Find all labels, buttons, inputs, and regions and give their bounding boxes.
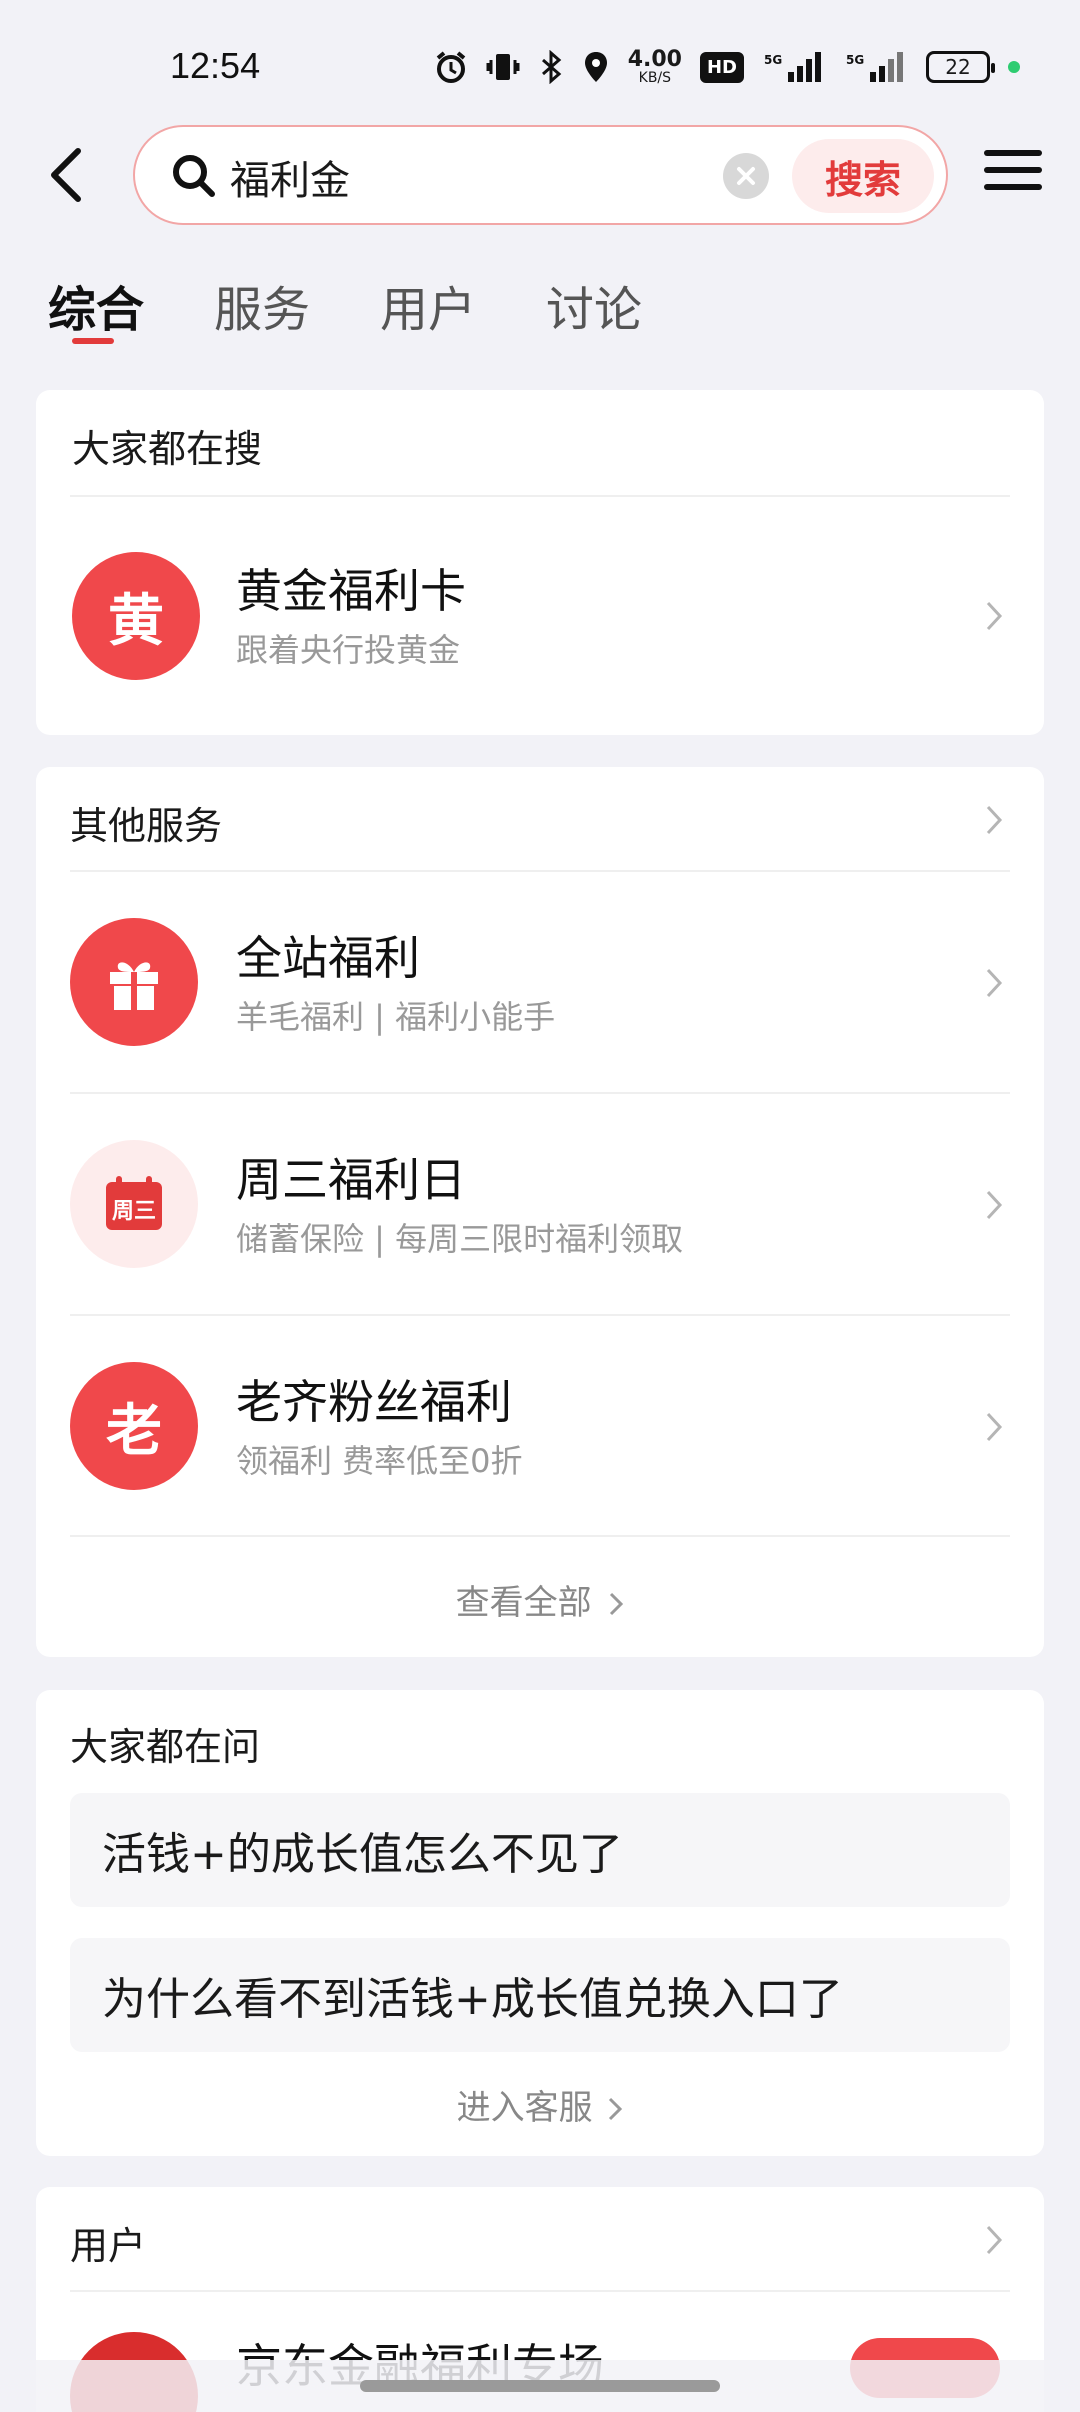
- chevron-right-icon: [986, 1190, 1003, 1220]
- menu-line: [984, 150, 1042, 156]
- close-icon: [737, 167, 755, 185]
- gold-card-desc: 跟着央行投黄金: [236, 631, 461, 669]
- alarm-icon: [434, 50, 468, 84]
- search-input[interactable]: [230, 149, 710, 205]
- users-header[interactable]: 用户: [36, 2187, 1044, 2287]
- back-arrow-icon: [51, 148, 81, 202]
- search-box[interactable]: 搜索: [133, 125, 948, 225]
- tab-discussion[interactable]: 讨论: [546, 270, 642, 350]
- chevron-right-icon: [986, 805, 1003, 835]
- chevron-right-icon: [986, 601, 1003, 631]
- other-services-title: 其他服务: [70, 804, 223, 848]
- status-icons: 4.00 KB/S HD 5G 5G 22: [434, 45, 1020, 89]
- service-item-laoqi-fans[interactable]: 老 老齐粉丝福利 领福利 费率低至0折: [36, 1316, 1044, 1536]
- see-all-label: 查看全部: [455, 1583, 592, 1623]
- gold-card-item[interactable]: 黄 黄金福利卡 跟着央行投黄金: [36, 497, 1044, 735]
- privacy-dot-icon: [1008, 61, 1020, 73]
- chevron-right-icon: [610, 1592, 624, 1616]
- net-speed-unit: KB/S: [638, 70, 672, 86]
- network-speed: 4.00 KB/S: [627, 47, 682, 86]
- back-button[interactable]: [40, 143, 100, 207]
- signal-5g-icon: 5G: [762, 50, 826, 84]
- service-name: 老齐粉丝福利: [236, 1375, 512, 1429]
- everyone-searching-card: 大家都在搜 黄 黄金福利卡 跟着央行投黄金: [36, 390, 1044, 735]
- everyone-asking-title: 大家都在问: [70, 1725, 261, 1769]
- gold-card-name: 黄金福利卡: [236, 564, 466, 618]
- service-desc: 储蓄保险 | 每周三限时福利领取: [236, 1220, 684, 1258]
- battery-indicator: 22: [926, 51, 995, 83]
- result-tabs: 综合 服务 用户 讨论: [48, 270, 642, 350]
- menu-line: [984, 167, 1042, 173]
- everyone-searching-title: 大家都在搜: [72, 427, 263, 471]
- customer-service-label: 进入客服: [456, 2088, 593, 2128]
- chevron-right-icon: [986, 968, 1003, 998]
- hd-badge: HD: [699, 51, 744, 83]
- signal-5g-icon-2: 5G: [844, 50, 908, 84]
- net-speed-value: 4.00: [627, 47, 682, 72]
- clear-search-button[interactable]: [723, 153, 769, 199]
- service-name: 全站福利: [236, 931, 420, 985]
- calendar-icon: 周三: [70, 1140, 198, 1268]
- divider: [70, 1535, 1010, 1537]
- svg-text:5G: 5G: [846, 53, 864, 67]
- chevron-right-icon: [609, 2097, 623, 2121]
- gold-card-icon: 黄: [72, 552, 200, 680]
- service-desc: 领福利 费率低至0折: [236, 1442, 523, 1480]
- service-name: 周三福利日: [236, 1153, 466, 1207]
- customer-service-link[interactable]: 进入客服: [36, 2080, 1044, 2129]
- other-services-header[interactable]: 其他服务: [36, 767, 1044, 867]
- status-bar: 12:54 4.00 KB/S HD 5G 5G 22: [0, 0, 1080, 130]
- status-time: 12:54: [170, 45, 261, 86]
- question-item[interactable]: 为什么看不到活钱+成长值兑换入口了: [70, 1938, 1010, 2052]
- menu-button[interactable]: [984, 150, 1042, 200]
- bluetooth-icon: [538, 50, 564, 84]
- tab-services[interactable]: 服务: [214, 270, 310, 350]
- location-icon: [582, 50, 610, 84]
- calendar-icon-text: 周三: [112, 1199, 156, 1224]
- search-row: 搜索: [0, 125, 1080, 225]
- users-title: 用户: [70, 2224, 147, 2268]
- other-services-card: 其他服务 全站福利 羊毛福利 | 福利小能手 周三 周三福利日 储蓄保险 | 每…: [36, 767, 1044, 1657]
- search-button[interactable]: 搜索: [792, 139, 934, 213]
- service-item-wednesday-welfare[interactable]: 周三 周三福利日 储蓄保险 | 每周三限时福利领取: [36, 1094, 1044, 1314]
- menu-line: [984, 184, 1042, 190]
- tab-comprehensive[interactable]: 综合: [48, 270, 144, 350]
- everyone-asking-card: 大家都在问 活钱+的成长值怎么不见了 为什么看不到活钱+成长值兑换入口了 进入客…: [36, 1690, 1044, 2156]
- question-item[interactable]: 活钱+的成长值怎么不见了: [70, 1793, 1010, 1907]
- chevron-right-icon: [986, 2225, 1003, 2255]
- service-desc: 羊毛福利 | 福利小能手: [236, 998, 556, 1036]
- tab-users[interactable]: 用户: [380, 270, 476, 350]
- laoqi-icon: 老: [70, 1362, 198, 1490]
- gift-icon: [70, 918, 198, 1046]
- see-all-link[interactable]: 查看全部: [36, 1575, 1044, 1624]
- vibrate-icon: [486, 50, 520, 84]
- svg-text:5G: 5G: [764, 53, 782, 67]
- search-icon: [170, 152, 218, 204]
- home-indicator[interactable]: [360, 2380, 720, 2392]
- chevron-right-icon: [986, 1412, 1003, 1442]
- service-item-site-welfare[interactable]: 全站福利 羊毛福利 | 福利小能手: [36, 872, 1044, 1092]
